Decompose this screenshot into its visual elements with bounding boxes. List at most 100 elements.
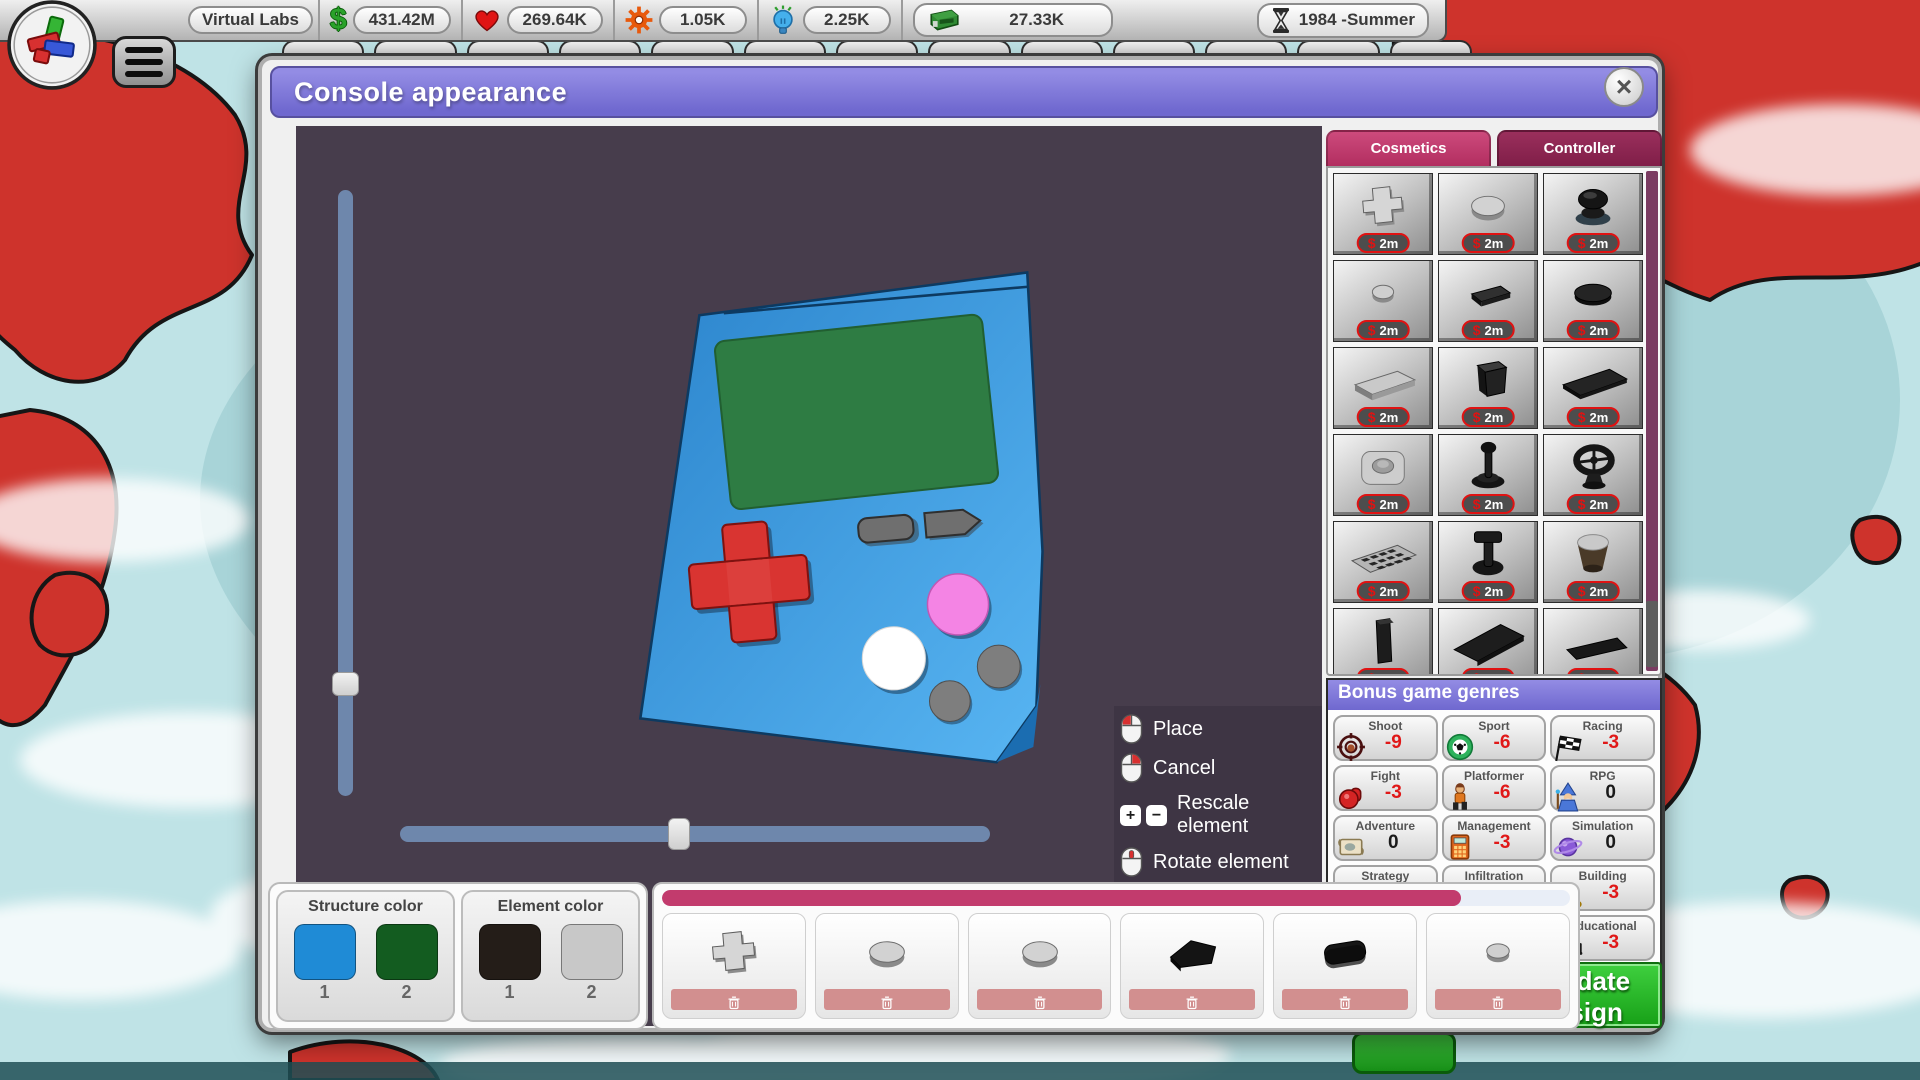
price-badge: $ 2m (1357, 668, 1410, 676)
delete-element-button[interactable] (671, 989, 797, 1010)
parts-scrollbar[interactable] (1646, 171, 1658, 671)
price-badge: $ 2m (1357, 320, 1410, 340)
placed-elements-cards (662, 913, 1570, 1019)
zoom-slider-handle[interactable] (332, 672, 359, 696)
price-amount: 2m (1590, 410, 1609, 425)
price-currency-icon: $ (1368, 496, 1376, 512)
genre-card: Racing -3 (1550, 715, 1655, 761)
genre-icon (1553, 832, 1583, 862)
shop-item[interactable]: $ 2m (1438, 434, 1538, 516)
ideas-section: 2.25K (759, 0, 903, 40)
delete-element-button[interactable] (1282, 989, 1408, 1010)
shop-item[interactable]: $ 2m (1543, 608, 1643, 676)
price-badge: $ 2m (1462, 668, 1515, 676)
shop-item[interactable]: $ 2m (1333, 260, 1433, 342)
shop-item[interactable]: $ 2m (1543, 347, 1643, 429)
shop-item[interactable]: $ 2m (1543, 434, 1643, 516)
shop-item[interactable]: $ 2m (1543, 260, 1643, 342)
shop-item-shape-icon (1338, 437, 1428, 495)
shop-item-shape-icon (1338, 176, 1428, 234)
shop-item[interactable]: $ 2m (1333, 434, 1433, 516)
shop-item-shape-icon (1548, 611, 1638, 669)
genre-name: Sport (1444, 719, 1545, 733)
tab-cosmetics[interactable]: Cosmetics (1326, 130, 1491, 166)
shop-item[interactable]: $ 2m (1438, 173, 1538, 255)
price-badge: $ 2m (1357, 581, 1410, 601)
shop-item[interactable]: $ 2m (1438, 347, 1538, 429)
genre-icon (1553, 782, 1583, 812)
price-currency-icon: $ (1578, 235, 1586, 251)
color-swatch-item: 1 (479, 924, 541, 1003)
delete-element-button[interactable] (824, 989, 950, 1010)
mouse-right-click-icon (1120, 753, 1143, 783)
price-currency-icon: $ (1578, 496, 1586, 512)
element-color-swatch[interactable] (561, 924, 623, 980)
parts-grid: $ 2m $ 2m $ 2m (1333, 173, 1645, 676)
shop-item[interactable]: $ 2m (1438, 608, 1538, 676)
rotate-slider-handle[interactable] (668, 818, 690, 850)
fans-value: 269.64K (507, 6, 603, 34)
date-section: 1984 -Summer (1247, 0, 1445, 40)
structure-color-swatch[interactable] (376, 924, 438, 980)
price-badge: $ 2m (1357, 407, 1410, 427)
element-color-swatch[interactable] (479, 924, 541, 980)
color-swatch-item: 2 (561, 924, 623, 1003)
placed-element-card (968, 913, 1112, 1019)
shop-item[interactable]: $ 2m (1333, 608, 1433, 676)
money-section: $ 431.42M (320, 0, 463, 40)
company-logo[interactable] (6, 0, 98, 94)
shop-item-shape-icon (1548, 263, 1638, 321)
delete-element-button[interactable] (1129, 989, 1255, 1010)
shop-item-shape-icon (1338, 263, 1428, 321)
parts-scrollbar-thumb[interactable] (1646, 601, 1658, 667)
dialog-titlebar[interactable]: Console appearance (270, 66, 1658, 118)
delete-element-button[interactable] (977, 989, 1103, 1010)
shop-item[interactable]: $ 2m (1438, 260, 1538, 342)
delete-element-button[interactable] (1435, 989, 1561, 1010)
genre-name: Shoot (1335, 719, 1436, 733)
shop-item-shape-icon (1338, 350, 1428, 408)
price-amount: 2m (1380, 323, 1399, 338)
mouse-middle-wheel-icon (1120, 847, 1143, 877)
hidden-button-behind-dialog[interactable] (1352, 1032, 1456, 1074)
rotate-slider-horizontal[interactable] (400, 826, 990, 842)
legend-rotate-label: Rotate element (1153, 851, 1289, 874)
placed-element-card (1426, 913, 1570, 1019)
dollar-icon: $ (330, 5, 347, 35)
parts-gridbox: $ 2m $ 2m $ 2m (1326, 166, 1662, 676)
hamburger-menu-button[interactable] (112, 36, 176, 88)
genre-icon (1445, 782, 1475, 812)
genre-card: Management -3 (1442, 815, 1547, 861)
gears-value: 1.05K (659, 6, 747, 34)
color-swatch-item: 2 (376, 924, 438, 1003)
shop-item[interactable]: $ 2m (1333, 347, 1433, 429)
console-3d-preview[interactable] (596, 246, 1096, 806)
shop-item[interactable]: $ 2m (1438, 521, 1538, 603)
structure-color-swatch[interactable] (294, 924, 356, 980)
genre-name: Racing (1552, 719, 1653, 733)
shop-item[interactable]: $ 2m (1543, 521, 1643, 603)
shop-item[interactable]: $ 2m (1333, 521, 1433, 603)
genre-card: Fight -3 (1333, 765, 1438, 811)
color-swatch-item: 1 (294, 924, 356, 1003)
price-amount: 2m (1485, 671, 1504, 677)
consoles-section: 27.33K (903, 0, 1123, 40)
console-appearance-dialog: Console appearance × (258, 56, 1662, 1032)
genre-icon (1336, 832, 1366, 862)
shop-item[interactable]: $ 2m (1333, 173, 1433, 255)
tab-controller[interactable]: Controller (1497, 130, 1662, 166)
price-currency-icon: $ (1368, 670, 1376, 676)
genre-name: Management (1444, 819, 1545, 833)
close-button[interactable]: × (1604, 67, 1644, 107)
price-currency-icon: $ (1578, 409, 1586, 425)
placed-element-card (662, 913, 806, 1019)
ideas-value: 2.25K (803, 6, 891, 34)
shop-item-shape-icon (1443, 437, 1533, 495)
shop-item[interactable]: $ 2m (1543, 173, 1643, 255)
money-value: 431.42M (353, 6, 451, 34)
element-swatches: 1 2 (463, 924, 638, 1003)
legend-rescale-row: +− Rescale element (1120, 792, 1322, 838)
zoom-slider-vertical[interactable] (338, 190, 353, 796)
capacity-progress-fill (662, 890, 1461, 906)
genre-card: Adventure 0 (1333, 815, 1438, 861)
